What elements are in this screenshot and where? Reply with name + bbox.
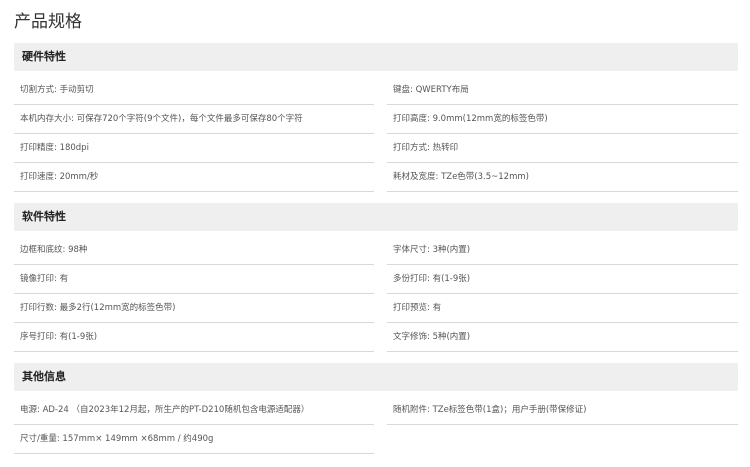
page-title: 产品规格 <box>14 12 82 32</box>
spec-row: 电源: AD-24 （自2023年12月起，所生产的PT-D210随机包含电源适… <box>14 396 738 425</box>
spec-print-lines: 打印行数: 最多2行(12mm宽的标签色带) <box>14 294 374 323</box>
spec-supplies: 耗材及宽度: TZe色带(3.5~12mm) <box>387 163 738 192</box>
spec-print-speed: 打印速度: 20mm/秒 <box>14 163 374 192</box>
spec-row: 打印行数: 最多2行(12mm宽的标签色带) 打印预览: 有 <box>14 294 738 323</box>
spec-row: 切割方式: 手动剪切 键盘: QWERTY布局 <box>14 76 738 105</box>
spec-row: 本机内存大小: 可保存720个字符(9个文件)，每个文件最多可保存80个字符 打… <box>14 105 738 134</box>
spec-dimensions-weight: 尺寸/重量: 157mm× 149mm ×68mm / 约490g <box>14 425 374 454</box>
spec-print-resolution: 打印精度: 180dpi <box>14 134 374 163</box>
spec-frames: 边框和底纹: 98种 <box>14 236 374 265</box>
spec-print-height: 打印高度: 9.0mm(12mm宽的标签色带) <box>387 105 738 134</box>
section-header-software: 软件特性 <box>14 203 738 231</box>
spec-memory: 本机内存大小: 可保存720个字符(9个文件)，每个文件最多可保存80个字符 <box>14 105 374 134</box>
section-header-hardware: 硬件特性 <box>14 43 738 71</box>
spec-font-sizes: 字体尺寸: 3种(内置) <box>387 236 738 265</box>
spec-empty-cell <box>387 425 738 454</box>
spec-row: 边框和底纹: 98种 字体尺寸: 3种(内置) <box>14 236 738 265</box>
spec-multi-copy: 多份打印: 有(1-9张) <box>387 265 738 294</box>
spec-keyboard: 键盘: QWERTY布局 <box>387 76 738 105</box>
spec-row: 尺寸/重量: 157mm× 149mm ×68mm / 约490g <box>14 425 738 454</box>
spec-print-method: 打印方式: 热转印 <box>387 134 738 163</box>
spec-cutting-method: 切割方式: 手动剪切 <box>14 76 374 105</box>
spec-mirror-print: 镜像打印: 有 <box>14 265 374 294</box>
section-header-other: 其他信息 <box>14 363 738 391</box>
spec-accessories: 随机附件: TZe标签色带(1盒)；用户手册(带保修证) <box>387 396 738 425</box>
spec-row: 镜像打印: 有 多份打印: 有(1-9张) <box>14 265 738 294</box>
spec-serial-print: 序号打印: 有(1-9张) <box>14 323 374 352</box>
spec-text-styles: 文字修饰: 5种(内置) <box>387 323 738 352</box>
spec-print-preview: 打印预览: 有 <box>387 294 738 323</box>
spec-row: 序号打印: 有(1-9张) 文字修饰: 5种(内置) <box>14 323 738 352</box>
spec-row: 打印精度: 180dpi 打印方式: 热转印 <box>14 134 738 163</box>
spec-row: 打印速度: 20mm/秒 耗材及宽度: TZe色带(3.5~12mm) <box>14 163 738 192</box>
spec-power: 电源: AD-24 （自2023年12月起，所生产的PT-D210随机包含电源适… <box>14 396 374 425</box>
